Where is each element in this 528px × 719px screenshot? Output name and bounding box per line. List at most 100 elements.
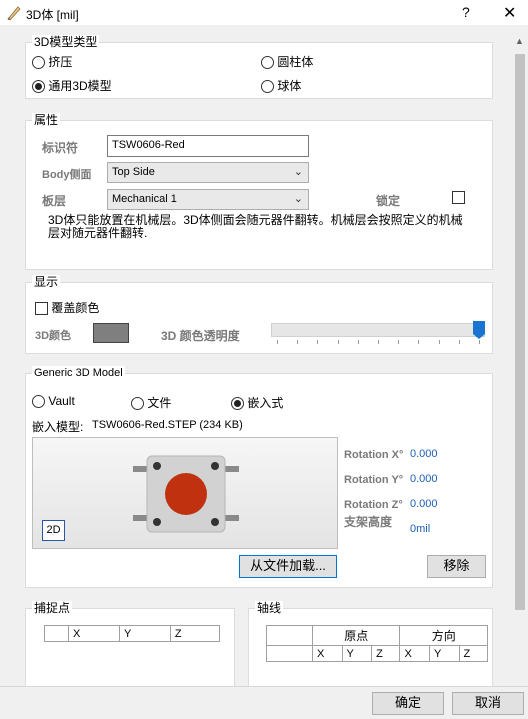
- radio-embedded-label: 嵌入式: [247, 396, 284, 410]
- locked-label: 锁定: [376, 194, 401, 208]
- scroll-thumb[interactable]: [515, 54, 525, 610]
- identifier-input[interactable]: TSW0606-Red: [107, 135, 309, 157]
- slider-tick: [378, 340, 379, 344]
- radio-extrude[interactable]: 挤压: [32, 53, 72, 70]
- body-side-label: Body侧面: [42, 169, 92, 181]
- checkbox-box[interactable]: [35, 302, 48, 316]
- layer-value: Mechanical 1: [112, 193, 177, 205]
- radio-indicator[interactable]: [231, 397, 244, 411]
- rotation-x-label: Rotation X°: [344, 449, 404, 461]
- window-title: 3D体 [mil]: [26, 8, 79, 22]
- radio-indicator[interactable]: [32, 80, 45, 94]
- identifier-label: 标识符: [42, 141, 79, 155]
- radio-cylinder[interactable]: 圆柱体: [261, 53, 313, 70]
- help-button[interactable]: ?: [462, 4, 470, 20]
- rotation-y-value[interactable]: 0.000: [410, 473, 438, 485]
- slider-tick: [438, 340, 440, 344]
- column-header: X: [68, 625, 120, 642]
- table-header-row: X Y Z X Y Z: [266, 645, 489, 662]
- slider-tick: [337, 340, 339, 344]
- slider-tick: [418, 340, 420, 344]
- display-group: 显示 覆盖颜色 3D颜色 3D 颜色透明度: [25, 275, 493, 354]
- slider-tick: [297, 340, 299, 344]
- radio-indicator[interactable]: [261, 80, 274, 94]
- slider-tick: [398, 340, 400, 344]
- axis-group: 轴线 原点 方向 X Y Z X Y Z: [248, 601, 493, 686]
- column-header: Z: [371, 645, 401, 662]
- slider-thumb[interactable]: [473, 321, 485, 339]
- radio-indicator[interactable]: [32, 395, 45, 409]
- color-swatch[interactable]: [93, 323, 129, 343]
- radio-indicator[interactable]: [32, 56, 45, 70]
- load-from-file-button[interactable]: 从文件加载...: [239, 555, 337, 578]
- view-2d-badge[interactable]: 2D: [42, 520, 65, 541]
- radio-file-label: 文件: [147, 396, 172, 410]
- snap-points-title: 捕捉点: [32, 601, 73, 615]
- opacity-label: 3D 颜色透明度: [161, 329, 240, 343]
- model-type-title: 3D模型类型: [32, 35, 100, 49]
- slider-tick: [479, 340, 480, 344]
- model-type-group: 3D模型类型 挤压 圆柱体 通用3D模型 球体: [25, 35, 493, 99]
- color-label: 3D颜色: [35, 330, 72, 342]
- close-button[interactable]: ✕: [503, 3, 516, 23]
- slider-tick: [317, 340, 319, 344]
- radio-embedded[interactable]: 嵌入式: [231, 394, 283, 411]
- layer-label: 板层: [42, 194, 67, 208]
- snap-points-group: 捕捉点 X Y Z: [25, 601, 235, 686]
- radio-generic-3d[interactable]: 通用3D模型: [32, 77, 112, 94]
- embedded-model-label: 嵌入模型:: [32, 420, 84, 434]
- radio-indicator[interactable]: [131, 397, 144, 411]
- axis-title: 轴线: [255, 601, 284, 615]
- standoff-value[interactable]: 0mil: [410, 523, 430, 535]
- snap-points-table[interactable]: X Y Z: [44, 625, 221, 686]
- rotation-z-label: Rotation Z°: [344, 499, 403, 511]
- body-side-select[interactable]: Top Side ⌄: [107, 162, 309, 183]
- properties-title: 属性: [32, 113, 61, 127]
- rotation-z-value[interactable]: 0.000: [410, 498, 438, 510]
- axis-table[interactable]: 原点 方向 X Y Z X Y Z: [266, 625, 489, 662]
- radio-sphere-label: 球体: [277, 79, 302, 93]
- opacity-slider[interactable]: [271, 321, 485, 349]
- override-color-checkbox[interactable]: 覆盖颜色: [35, 299, 99, 316]
- 3d-body-icon: [7, 6, 21, 21]
- footer-bar: 确定 取消: [0, 686, 528, 719]
- table-header-row: X Y Z: [44, 625, 221, 642]
- override-color-label: 覆盖颜色: [51, 301, 100, 315]
- chevron-down-icon: ⌄: [293, 166, 303, 178]
- column-header: X: [312, 645, 343, 662]
- layer-select[interactable]: Mechanical 1 ⌄: [107, 189, 309, 210]
- radio-extrude-label: 挤压: [48, 55, 73, 69]
- slider-tick: [357, 340, 359, 344]
- embedded-model-value: TSW0606-Red.STEP (234 KB): [92, 419, 243, 431]
- chevron-down-icon: ⌄: [293, 193, 303, 205]
- scroll-up-icon[interactable]: ▲: [515, 36, 524, 46]
- vertical-scrollbar[interactable]: ▲: [512, 26, 528, 686]
- radio-cylinder-label: 圆柱体: [277, 55, 314, 69]
- radio-sphere[interactable]: 球体: [261, 77, 301, 94]
- dialog-content: 3D模型类型 挤压 圆柱体 通用3D模型 球体 属性 标识符 TSW0606-R…: [0, 26, 512, 686]
- radio-vault-label: Vault: [48, 394, 75, 408]
- generic-model-group: Generic 3D Model Vault 文件 嵌入式 嵌入模型: TSW0…: [25, 366, 493, 588]
- model-preview[interactable]: 2D: [32, 437, 338, 549]
- radio-file[interactable]: 文件: [131, 394, 171, 411]
- remove-button[interactable]: 移除: [427, 555, 486, 578]
- cancel-button[interactable]: 取消: [452, 692, 524, 715]
- slider-ticks: [271, 340, 485, 344]
- properties-group: 属性 标识符 TSW0606-Red Body侧面 Top Side ⌄ 板层 …: [25, 113, 493, 270]
- rotation-y-label: Rotation Y°: [344, 474, 404, 486]
- generic-model-title: Generic 3D Model: [32, 366, 125, 380]
- slider-track: [271, 323, 485, 337]
- standoff-label: 支架高度: [344, 515, 393, 529]
- column-header: Y: [118, 625, 171, 642]
- ok-button[interactable]: 确定: [372, 692, 444, 715]
- column-header: Z: [458, 645, 489, 662]
- title-bar: 3D体 [mil] ? ✕: [0, 0, 528, 26]
- rotation-x-value[interactable]: 0.000: [410, 448, 438, 460]
- radio-vault[interactable]: Vault: [32, 394, 75, 409]
- radio-indicator[interactable]: [261, 56, 274, 70]
- column-header: Z: [169, 625, 221, 642]
- locked-checkbox[interactable]: [452, 191, 465, 204]
- body-side-value: Top Side: [112, 166, 155, 178]
- column-header: Y: [429, 645, 460, 662]
- direction-header: 方向: [399, 625, 488, 646]
